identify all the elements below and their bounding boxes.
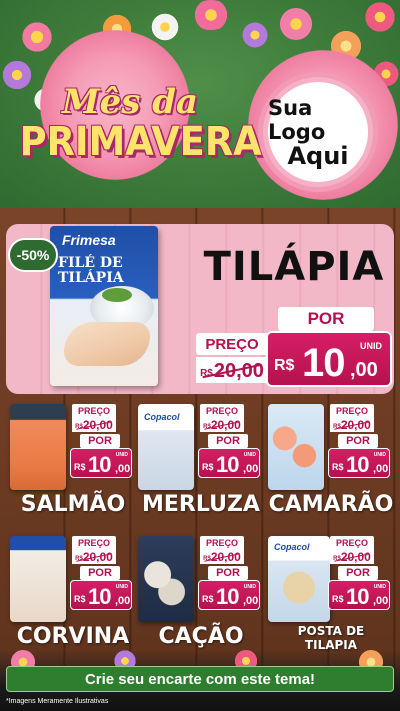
product-image <box>138 536 194 622</box>
product-card-camarao[interactable]: PREÇO R$20,00 POR R$10,00UNID CAMARÃO <box>268 404 394 522</box>
product-pack-name: FILÉ DE TILÁPIA <box>58 255 124 286</box>
product-name: POSTA DE TILAPIA <box>297 624 365 652</box>
old-price: R$20,00 <box>72 418 116 432</box>
new-price: R$ 10,00 UNID <box>70 580 132 610</box>
logo-text-line-2: Aqui <box>287 142 349 170</box>
flower-decoration <box>190 0 232 30</box>
new-price-label: POR <box>278 307 374 331</box>
old-price: R$20,00 <box>330 418 374 432</box>
old-price: R$ 20,00 <box>196 357 268 383</box>
flower-decoration <box>150 12 180 42</box>
new-price: R$ 10,00 UNID <box>328 448 390 478</box>
new-price-label: POR <box>338 434 378 448</box>
new-price-label: POR <box>208 566 248 580</box>
product-brand: Frimesa <box>62 232 116 248</box>
flower-decoration <box>18 22 56 52</box>
product-card-posta-de-tilapia[interactable]: Copacol PREÇO R$20,00 POR R$10,00UNID PO… <box>268 536 394 654</box>
product-card-cacao[interactable]: PREÇO R$20,00 POR R$10,00UNID CAÇÃO <box>138 536 264 654</box>
new-price: R$ 10,00 UNID <box>328 580 390 610</box>
new-price-label: POR <box>208 434 248 448</box>
product-image <box>10 536 66 622</box>
header-banner: Mês da PRIMAVERA Sua Logo Aqui <box>0 0 400 208</box>
title-line-2: PRIMAVERA <box>19 119 262 165</box>
new-price: R$ 10,00 UNID <box>70 448 132 478</box>
product-card-salmao[interactable]: PREÇO R$20,00 POR R$10,00UNID SALMÃO <box>10 404 136 522</box>
new-price: R$ 10,00 UNID <box>198 448 260 478</box>
logo-placeholder[interactable]: Sua Logo Aqui <box>263 77 373 187</box>
garnish-illustration <box>102 288 132 302</box>
product-image: Copacol <box>268 536 330 622</box>
product-card-merluza[interactable]: Copacol PREÇO R$20,00 POR R$10,00UNID ME… <box>138 404 264 522</box>
old-price-label: PREÇO <box>200 536 244 550</box>
old-price: R$20,00 <box>200 418 244 432</box>
title-line-1: Mês da <box>61 82 199 122</box>
old-price-label: PREÇO <box>72 404 116 418</box>
flower-decoration <box>240 22 270 48</box>
old-price: R$20,00 <box>330 550 374 564</box>
product-brand: Copacol <box>144 412 180 422</box>
flower-decoration <box>362 2 398 32</box>
old-price: R$20,00 <box>200 550 244 564</box>
featured-product-name: TILÁPIA <box>203 244 385 290</box>
new-price-label: POR <box>80 434 120 448</box>
create-flyer-button[interactable]: Crie seu encarte com este tema! <box>6 666 394 692</box>
old-price-label: PREÇO <box>330 404 374 418</box>
flower-decoration <box>276 8 316 40</box>
product-image <box>268 404 324 490</box>
featured-product-image: Frimesa FILÉ DE TILÁPIA <box>50 226 158 386</box>
old-price-label: PREÇO <box>200 404 244 418</box>
fillet-illustration <box>64 322 150 366</box>
product-image <box>10 404 66 490</box>
product-name: SALMÃO <box>20 492 126 517</box>
old-price-label: PREÇO <box>196 333 268 355</box>
old-price-label: PREÇO <box>72 536 116 550</box>
disclaimer: *Imagens Meramente Ilustrativas <box>6 698 109 705</box>
product-name: CAÇÃO <box>158 624 244 649</box>
new-price-label: POR <box>338 566 378 580</box>
discount-badge: -50% <box>8 238 58 272</box>
old-price-label: PREÇO <box>330 536 374 550</box>
product-name: CAMARÃO <box>268 492 394 517</box>
new-price-label: POR <box>80 566 120 580</box>
product-brand: Copacol <box>274 542 310 552</box>
campaign-title: Mês da PRIMAVERA <box>10 82 262 184</box>
product-name: MERLUZA <box>142 492 260 517</box>
old-price: R$20,00 <box>72 550 116 564</box>
logo-text-line-1: Sua Logo <box>268 96 326 144</box>
new-price: R$ 10 ,00 UNID <box>266 331 392 387</box>
new-price: R$ 10,00 UNID <box>198 580 260 610</box>
product-image: Copacol <box>138 404 194 490</box>
product-name: CORVINA <box>16 624 130 649</box>
product-card-corvina[interactable]: PREÇO R$20,00 POR R$10,00UNID CORVINA <box>10 536 136 654</box>
